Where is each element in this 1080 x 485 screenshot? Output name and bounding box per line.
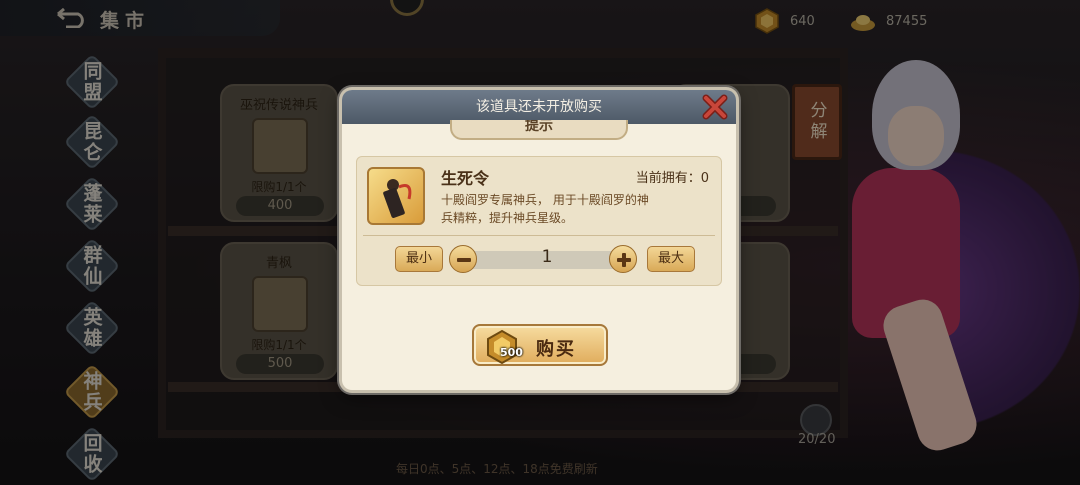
decrement-button[interactable]: [449, 245, 477, 273]
item-detail-panel: 生死令 当前拥有：0 十殿阎罗专属神兵， 用于十殿阎罗的神兵精粹，提升神兵星级。…: [356, 156, 722, 286]
buy-price: 500: [500, 346, 523, 359]
item-description: 十殿阎罗专属神兵， 用于十殿阎罗的神兵精粹，提升神兵星级。: [441, 193, 649, 225]
plus-icon: [617, 253, 631, 267]
game-scene-background: 集市 640 87455 同盟 昆仑 蓬莱 群仙 英雄 神兵 回收 巫祝传说神兵…: [0, 0, 1080, 485]
owned-count: 当前拥有：0: [635, 171, 709, 186]
increment-button[interactable]: [609, 245, 637, 273]
min-quantity-button[interactable]: 最小: [395, 246, 443, 272]
item-icon: [367, 167, 425, 225]
buy-label: 购买: [536, 339, 576, 360]
dialog-title: 该道具还未开放购买: [342, 90, 736, 124]
purchase-dialog: 该道具还未开放购买 提示 生死令 当前拥有：0 十殿阎罗专属神兵， 用于十殿阎罗…: [342, 90, 736, 390]
divider: [363, 235, 715, 236]
buy-button[interactable]: 500 购买: [472, 324, 608, 366]
minus-icon: [457, 258, 471, 262]
quantity-stepper: 最小 1 最大: [395, 245, 695, 275]
max-quantity-button[interactable]: 最大: [647, 246, 695, 272]
close-icon[interactable]: [700, 92, 730, 122]
token-icon: [383, 179, 412, 218]
dialog-subtitle-tab: 提示: [450, 120, 628, 140]
item-name: 生死令: [441, 169, 490, 188]
